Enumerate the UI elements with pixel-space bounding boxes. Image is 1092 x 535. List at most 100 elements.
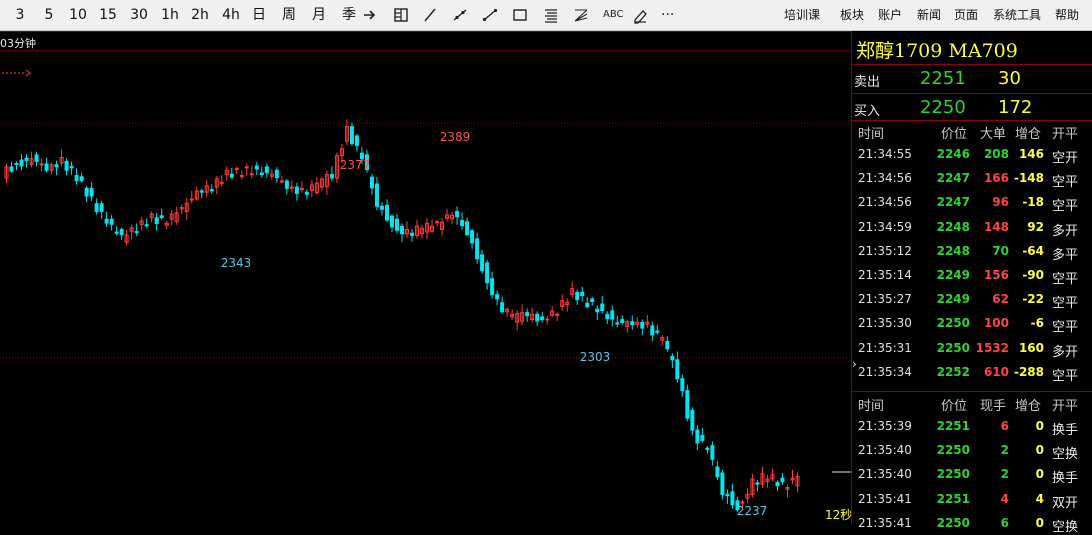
- candle-body-39: [199, 190, 204, 193]
- candle-body-69: [349, 126, 354, 145]
- menu-item-6[interactable]: 帮助: [1055, 5, 1079, 25]
- trade-time: 21:35:41: [858, 491, 912, 506]
- trade-vol: 1532: [975, 340, 1009, 355]
- period-button-11[interactable]: 季: [339, 5, 359, 25]
- candle-body-60: [304, 191, 309, 195]
- candle-body-2: [14, 162, 19, 165]
- candle-body-76: [384, 204, 389, 221]
- candle-body-78: [394, 218, 399, 231]
- trade-vol: 610: [983, 364, 1009, 379]
- candle-body-154: [775, 481, 780, 487]
- trade-chg: -64: [1022, 243, 1044, 258]
- contract-title: 郑醇1709 MA709: [856, 40, 1018, 62]
- period-button-2[interactable]: 10: [68, 5, 88, 25]
- candle-body-133: [670, 355, 675, 361]
- period-button-9[interactable]: 周: [280, 5, 298, 25]
- trade-time: 21:35:31: [858, 340, 912, 355]
- arrow-icon[interactable]: [361, 6, 379, 24]
- trade-chg: 92: [1027, 219, 1044, 234]
- period-button-7[interactable]: 4h: [220, 5, 242, 25]
- rectangle-icon[interactable]: [511, 6, 529, 24]
- price-annotation-3: 2303: [580, 350, 611, 364]
- trade-vol: 208: [983, 147, 1009, 161]
- trade-chg: -90: [1022, 268, 1044, 282]
- row-pointer-icon: ›: [852, 357, 857, 371]
- trade-type: 空平: [1052, 368, 1079, 384]
- trade-type: 空平: [1052, 320, 1079, 336]
- trade-vol: 2: [1000, 467, 1009, 482]
- candle-body-145: [730, 491, 735, 506]
- candle-body-118: [595, 308, 600, 313]
- trade-price: 2249: [936, 268, 970, 282]
- candle-body-104: [525, 312, 530, 317]
- candle-body-65: [329, 174, 334, 179]
- trade-time: 21:35:34: [858, 364, 912, 379]
- column-header-0: 时间: [858, 399, 885, 414]
- kline-chart[interactable]: 2389 2377 2343 2303 2237 12秒 03分钟: [0, 31, 851, 525]
- period-button-10[interactable]: 月: [310, 5, 328, 25]
- candle-body-51: [259, 172, 264, 176]
- period-button-8[interactable]: 日: [250, 5, 268, 25]
- candle-body-50: [254, 165, 259, 170]
- menu-item-4[interactable]: 页面: [954, 5, 978, 25]
- candle-body-138: [695, 429, 700, 444]
- candle-body-10: [54, 164, 59, 168]
- text-align-icon[interactable]: [542, 6, 560, 24]
- line-icon[interactable]: [421, 6, 439, 24]
- candle-body-140: [705, 447, 710, 450]
- trade-time: 21:35:12: [858, 243, 912, 258]
- period-button-1[interactable]: 5: [42, 5, 56, 25]
- trade-time: 21:35:30: [858, 316, 912, 331]
- period-button-4[interactable]: 30: [127, 5, 151, 25]
- candle-body-22: [114, 231, 119, 234]
- candle-body-41: [209, 189, 214, 192]
- trade-vol: 148: [983, 219, 1009, 234]
- menu-item-2[interactable]: 账户: [878, 5, 902, 25]
- candle-body-20: [104, 218, 109, 224]
- trade-time: 21:34:55: [858, 147, 912, 161]
- more-icon[interactable]: ···: [661, 6, 683, 24]
- column-header-0: 时间: [858, 127, 885, 142]
- candle-body-99: [500, 302, 505, 313]
- menu-item-1[interactable]: 板块: [840, 5, 864, 25]
- candle-body-98: [495, 294, 500, 300]
- trade-type: 双开: [1052, 495, 1079, 511]
- candle-body-12: [64, 160, 69, 171]
- ray-icon[interactable]: [451, 6, 469, 24]
- fan-icon[interactable]: [572, 6, 590, 24]
- candle-body-132: [665, 340, 670, 350]
- period-button-0[interactable]: 3: [13, 5, 27, 25]
- menu-item-0[interactable]: 培训课: [784, 5, 820, 25]
- trade-type: 空开: [1052, 151, 1079, 166]
- text-tool-icon[interactable]: ABC: [603, 6, 625, 24]
- period-button-3[interactable]: 15: [98, 5, 118, 25]
- candle-body-26: [134, 231, 139, 234]
- trade-time: 21:35:27: [858, 292, 912, 307]
- candle-body-150: [755, 482, 760, 485]
- period-button-6[interactable]: 2h: [188, 5, 212, 25]
- candle-body-13: [69, 165, 74, 169]
- quote-panel: 郑醇1709 MA709 卖出 2251 30 买入 2250 172 时间 价位…: [851, 31, 1092, 535]
- trade-type: 换手: [1052, 471, 1079, 487]
- sell-label: 卖出: [854, 75, 881, 90]
- candle-body-73: [369, 176, 374, 189]
- trade-chg: -6: [1030, 316, 1044, 331]
- trade-vol: 6: [1000, 419, 1009, 433]
- candle-body-93: [470, 230, 475, 244]
- period-button-5[interactable]: 1h: [161, 5, 179, 25]
- candle-body-14: [74, 174, 79, 182]
- bar-countdown: 12秒: [825, 508, 851, 522]
- trade-type: 空平: [1052, 199, 1079, 215]
- trade-chg: -288: [1013, 364, 1044, 379]
- eraser-icon[interactable]: [631, 6, 649, 24]
- menu-item-3[interactable]: 新闻: [917, 5, 941, 25]
- trade-price: 2248: [936, 243, 970, 258]
- trade-vol: 6: [1000, 515, 1009, 530]
- column-header-4: 开平: [1052, 127, 1079, 142]
- trade-time: 21:35:39: [858, 419, 912, 433]
- menu-item-5[interactable]: 系统工具: [993, 5, 1041, 25]
- diagonal-icon[interactable]: [481, 6, 499, 24]
- column-header-2: 大单: [980, 127, 1007, 142]
- price-marker-arrow-icon: [25, 69, 31, 77]
- layout-icon[interactable]: [392, 6, 410, 24]
